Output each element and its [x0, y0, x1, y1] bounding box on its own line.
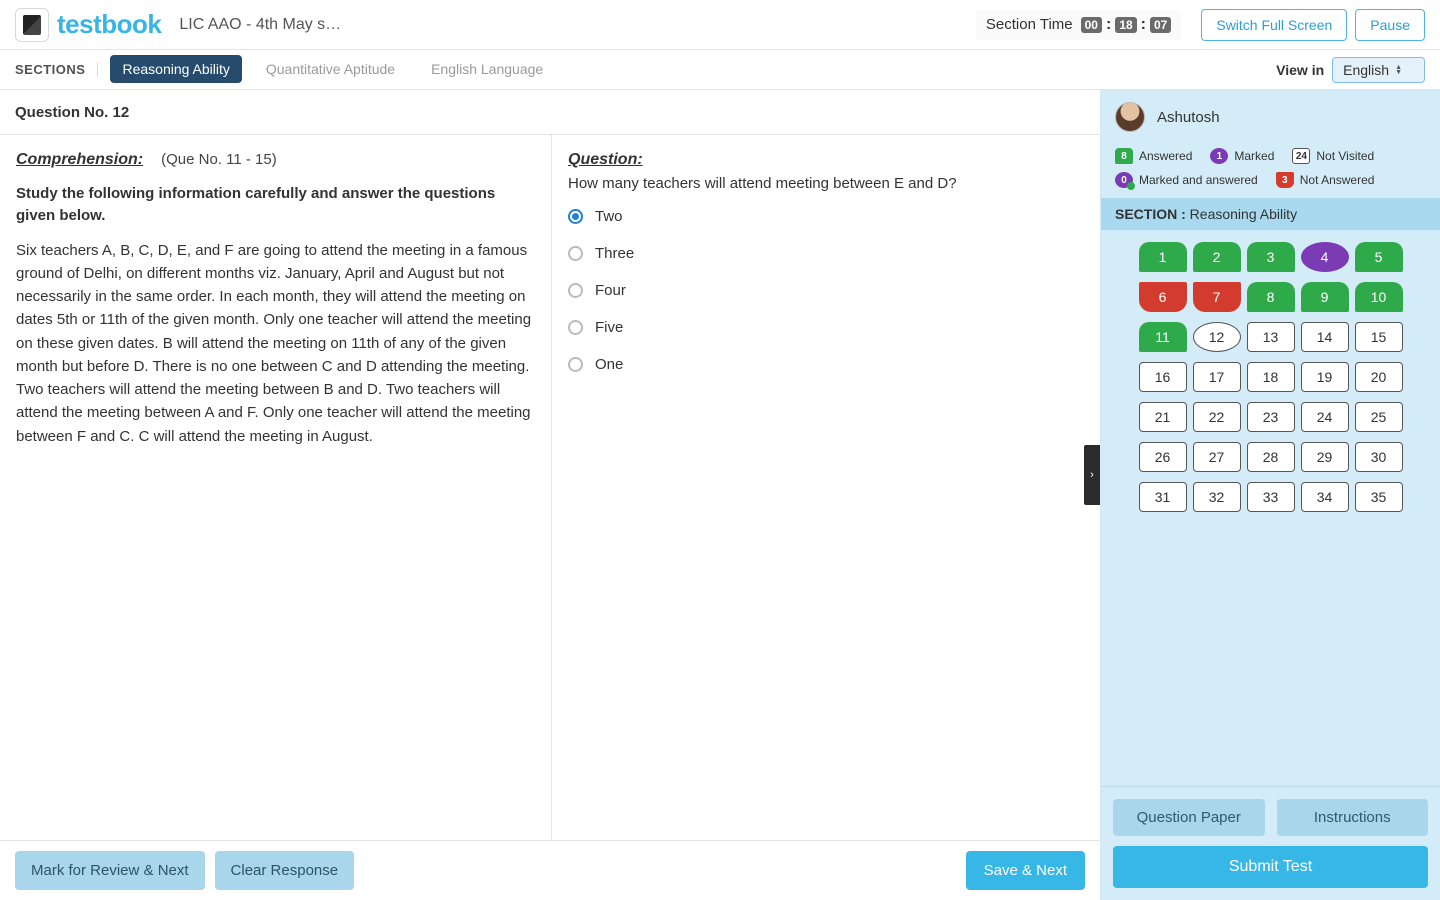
brand-name: testbook [57, 9, 161, 40]
timer-minutes: 18 [1115, 17, 1136, 33]
palette-q-33[interactable]: 33 [1247, 482, 1295, 512]
username: Ashutosh [1157, 109, 1220, 126]
fullscreen-button[interactable]: Switch Full Screen [1201, 9, 1347, 41]
timer-seconds: 07 [1150, 17, 1171, 33]
palette-q-30[interactable]: 30 [1355, 442, 1403, 472]
palette-q-26[interactable]: 26 [1139, 442, 1187, 472]
palette-q-28[interactable]: 28 [1247, 442, 1295, 472]
palette-q-23[interactable]: 23 [1247, 402, 1295, 432]
palette-q-8[interactable]: 8 [1247, 282, 1295, 312]
radio-icon [568, 320, 583, 335]
comprehension-instruction: Study the following information carefull… [16, 183, 535, 227]
clear-response-button[interactable]: Clear Response [215, 851, 355, 890]
sidebar-collapse-handle[interactable]: › [1084, 445, 1100, 505]
palette-q-17[interactable]: 17 [1193, 362, 1241, 392]
submit-test-button[interactable]: Submit Test [1113, 846, 1428, 888]
palette-q-35[interactable]: 35 [1355, 482, 1403, 512]
save-next-button[interactable]: Save & Next [966, 851, 1085, 890]
palette-q-25[interactable]: 25 [1355, 402, 1403, 432]
palette-q-4[interactable]: 4 [1301, 242, 1349, 272]
palette-q-19[interactable]: 19 [1301, 362, 1349, 392]
legend-notanswered-icon: 3 [1276, 172, 1294, 188]
palette-q-2[interactable]: 2 [1193, 242, 1241, 272]
palette-q-1[interactable]: 1 [1139, 242, 1187, 272]
legend-notvisited-icon: 24 [1292, 148, 1310, 164]
instructions-button[interactable]: Instructions [1277, 799, 1429, 836]
palette-q-15[interactable]: 15 [1355, 322, 1403, 352]
palette-q-9[interactable]: 9 [1301, 282, 1349, 312]
palette-q-10[interactable]: 10 [1355, 282, 1403, 312]
timer-label: Section Time [986, 16, 1073, 33]
palette-q-6[interactable]: 6 [1139, 282, 1187, 312]
palette-q-11[interactable]: 11 [1139, 322, 1187, 352]
palette-q-27[interactable]: 27 [1193, 442, 1241, 472]
section-tab-english-language[interactable]: English Language [419, 55, 555, 83]
legend-markedanswered-icon: 0 [1115, 172, 1133, 188]
sidebar: Ashutosh 8Answered 1Marked 24Not Visited… [1100, 90, 1440, 900]
legend: 8Answered 1Marked 24Not Visited 0Marked … [1101, 144, 1440, 198]
legend-marked-icon: 1 [1210, 148, 1228, 164]
radio-icon [568, 283, 583, 298]
section-strip: SECTION : Reasoning Ability [1101, 198, 1440, 230]
palette-q-13[interactable]: 13 [1247, 322, 1295, 352]
radio-icon [568, 246, 583, 261]
pause-button[interactable]: Pause [1355, 9, 1425, 41]
comprehension-pane: Comprehension: (Que No. 11 - 15) Study t… [0, 135, 552, 840]
comprehension-range: (Que No. 11 - 15) [161, 151, 277, 168]
sections-label: SECTIONS [15, 62, 98, 77]
palette-q-21[interactable]: 21 [1139, 402, 1187, 432]
question-number: Question No. 12 [15, 104, 129, 121]
palette-q-3[interactable]: 3 [1247, 242, 1295, 272]
test-title: LIC AAO - 4th May s… [179, 16, 341, 34]
palette-q-24[interactable]: 24 [1301, 402, 1349, 432]
header: testbook LIC AAO - 4th May s… Section Ti… [0, 0, 1440, 50]
section-timer: Section Time 00 : 18 : 07 [976, 10, 1181, 40]
section-tab-reasoning-ability[interactable]: Reasoning Ability [110, 55, 241, 83]
mark-review-button[interactable]: Mark for Review & Next [15, 851, 205, 890]
language-value: English [1343, 62, 1389, 78]
palette-q-5[interactable]: 5 [1355, 242, 1403, 272]
legend-answered-icon: 8 [1115, 148, 1133, 164]
footer: Mark for Review & Next Clear Response Sa… [0, 840, 1100, 900]
palette-q-12[interactable]: 12 [1193, 322, 1241, 352]
timer-hours: 00 [1081, 17, 1102, 33]
logo-icon [15, 8, 49, 42]
palette-q-16[interactable]: 16 [1139, 362, 1187, 392]
question-palette: 1234567891011121314151617181920212223242… [1101, 230, 1440, 524]
palette-q-7[interactable]: 7 [1193, 282, 1241, 312]
palette-q-32[interactable]: 32 [1193, 482, 1241, 512]
sections-row: SECTIONS Reasoning Ability Quantitative A… [0, 50, 1440, 90]
palette-q-14[interactable]: 14 [1301, 322, 1349, 352]
avatar [1115, 102, 1145, 132]
palette-q-22[interactable]: 22 [1193, 402, 1241, 432]
comprehension-body: Six teachers A, B, C, D, E, and F are go… [16, 239, 535, 448]
palette-q-29[interactable]: 29 [1301, 442, 1349, 472]
section-tab-quantitative-aptitude[interactable]: Quantitative Aptitude [254, 55, 407, 83]
radio-icon [568, 209, 583, 224]
radio-icon [568, 357, 583, 372]
caret-icon: ▲▼ [1395, 65, 1402, 75]
palette-q-31[interactable]: 31 [1139, 482, 1187, 512]
language-select[interactable]: English ▲▼ [1332, 57, 1425, 83]
palette-q-18[interactable]: 18 [1247, 362, 1295, 392]
palette-q-34[interactable]: 34 [1301, 482, 1349, 512]
palette-q-20[interactable]: 20 [1355, 362, 1403, 392]
viewin-label: View in [1276, 62, 1324, 78]
question-paper-button[interactable]: Question Paper [1113, 799, 1265, 836]
comprehension-title: Comprehension: [16, 151, 143, 169]
